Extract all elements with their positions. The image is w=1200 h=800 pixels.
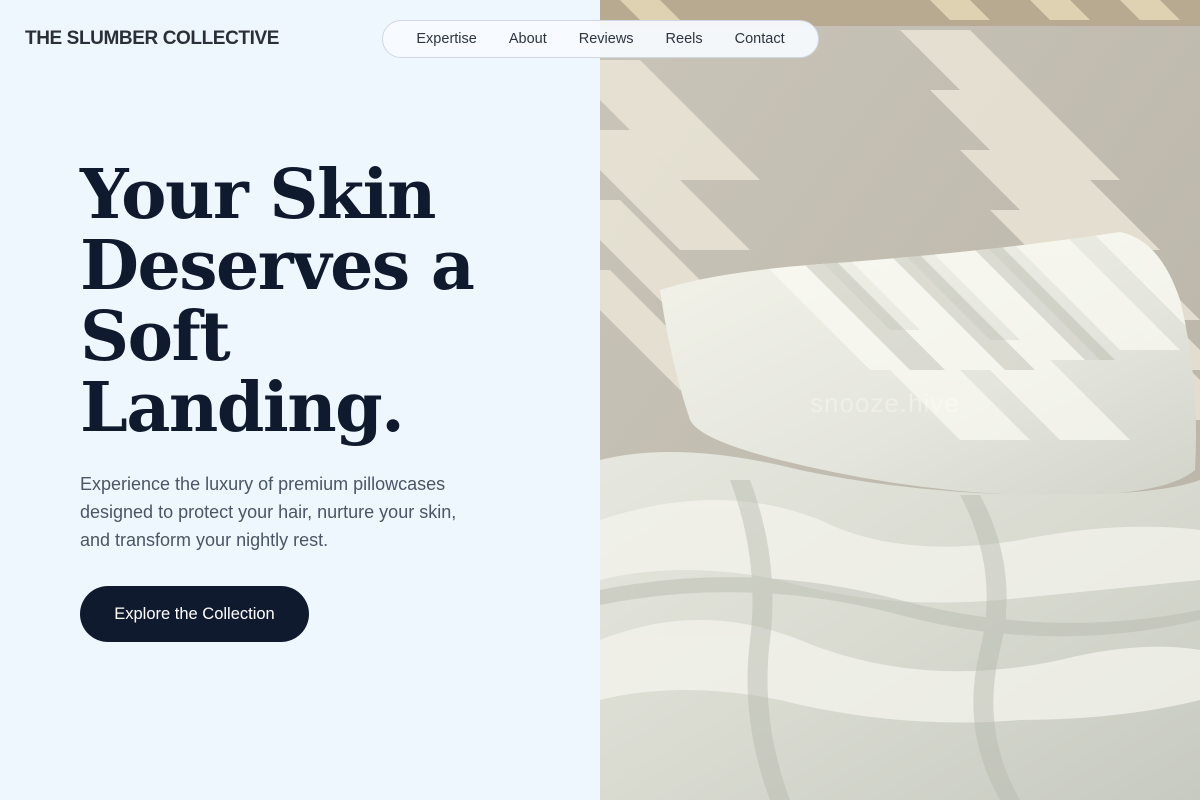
explore-collection-button[interactable]: Explore the Collection	[80, 586, 309, 642]
nav-item-contact[interactable]: Contact	[735, 31, 785, 47]
hero-bed-image: snooze.hive	[600, 0, 1200, 800]
subtext-line: Experience the luxury of premium pillowc…	[80, 474, 446, 494]
nav-item-about[interactable]: About	[509, 31, 547, 47]
image-watermark-text: snooze.hive	[810, 388, 960, 418]
headline-line: Deserves a	[80, 226, 475, 306]
nav-item-reels[interactable]: Reels	[666, 31, 703, 47]
subtext-line: designed to protect your hair, nurture y…	[80, 502, 457, 522]
hero-subtext: Experience the luxury of premium pillowc…	[80, 470, 510, 554]
nav-item-reviews[interactable]: Reviews	[579, 31, 634, 47]
headline-line: Your Skin	[80, 155, 436, 235]
nav-item-expertise[interactable]: Expertise	[416, 31, 476, 47]
brand-logo-text[interactable]: THE SLUMBER COLLECTIVE	[25, 28, 279, 50]
hero-left-panel: THE SLUMBER COLLECTIVE Your Skin Deserve…	[0, 0, 600, 800]
hero-headline: Your Skin Deserves a Soft Landing.	[80, 160, 540, 444]
subtext-line: and transform your nightly rest.	[80, 530, 329, 550]
main-navigation: Expertise About Reviews Reels Contact	[382, 20, 819, 58]
headline-line: Soft	[80, 297, 231, 377]
headline-line: Landing.	[80, 368, 405, 448]
